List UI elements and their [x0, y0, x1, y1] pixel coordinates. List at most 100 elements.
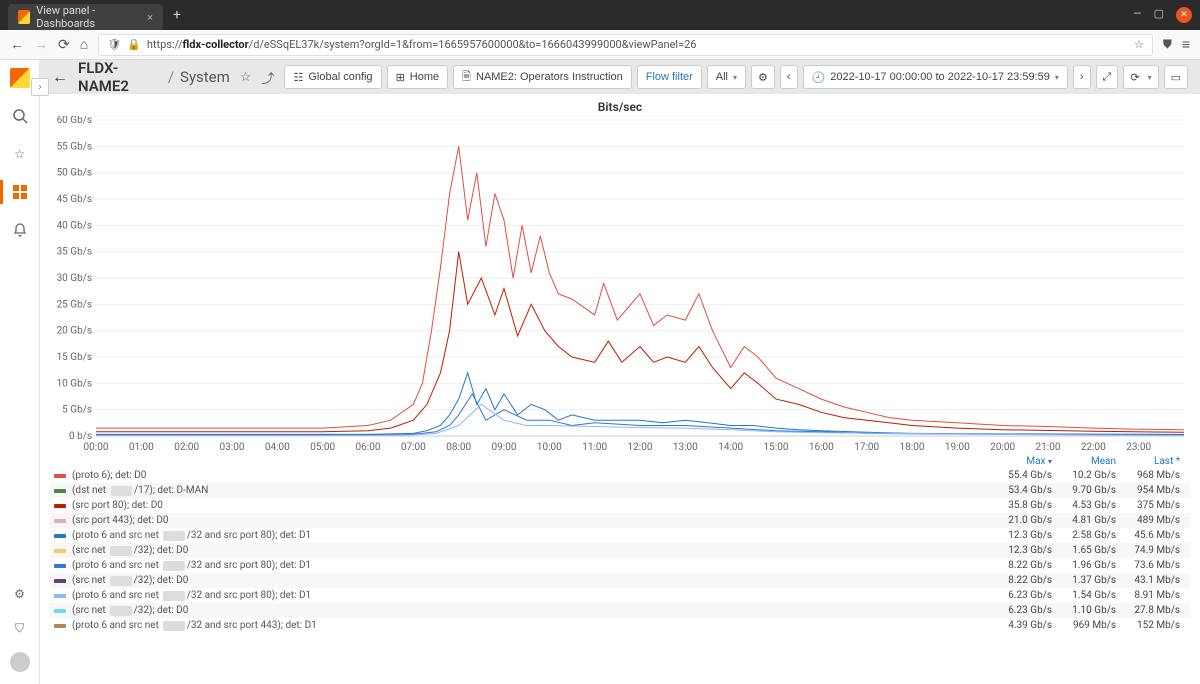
- nav-reload-icon[interactable]: ⟳: [58, 37, 70, 53]
- time-prev-button[interactable]: ‹: [780, 65, 798, 89]
- legend-max: 8.22 Gb/s: [988, 560, 1052, 571]
- nav-back-icon[interactable]: ←: [10, 36, 24, 53]
- legend-label: (src net xxx/32); det: D0: [72, 575, 988, 586]
- settings-button[interactable]: ⚙: [751, 65, 775, 89]
- legend-last: 954 Mb/s: [1116, 485, 1180, 496]
- share-icon[interactable]: ⤴: [261, 68, 274, 87]
- time-next-button[interactable]: ›: [1073, 65, 1091, 89]
- flow-filter-button[interactable]: Flow filter: [637, 65, 702, 89]
- legend-swatch: [54, 594, 66, 598]
- dashboard-sub[interactable]: System: [180, 68, 230, 86]
- shield-icon: 🛡: [107, 38, 121, 51]
- svg-text:18:00: 18:00: [900, 442, 925, 453]
- legend-swatch: [54, 549, 66, 553]
- legend-row[interactable]: (src net xxx/32); det: D08.22 Gb/s1.37 G…: [50, 573, 1190, 588]
- fav-star-icon[interactable]: ☆: [240, 70, 252, 85]
- panel-back-icon[interactable]: ←: [52, 67, 68, 87]
- doc-icon: 🗎: [462, 68, 471, 87]
- svg-text:16:00: 16:00: [809, 442, 834, 453]
- legend-row[interactable]: (dst net xxx/17); det: D-MAN53.4 Gb/s9.7…: [50, 483, 1190, 498]
- grafana-sidebar: ☆ › ⚙ ⛉: [0, 60, 40, 684]
- legend-label: (src port 80); det: D0: [72, 500, 988, 511]
- minimize-icon[interactable]: —: [1133, 7, 1142, 23]
- bookmark-star-icon[interactable]: ☆: [1134, 38, 1144, 51]
- legend-label: (proto 6 and src net xxx/32 and src port…: [72, 590, 988, 601]
- grafana-favicon: [18, 10, 30, 24]
- legend-row[interactable]: (proto 6); det: D055.4 Gb/s10.2 Gb/s968 …: [50, 468, 1190, 483]
- legend-max: 12.3 Gb/s: [988, 545, 1052, 556]
- legend-label: (proto 6 and src net xxx/32 and src port…: [72, 530, 988, 541]
- legend-max: 53.4 Gb/s: [988, 485, 1052, 496]
- gear-icon[interactable]: ⚙: [10, 584, 30, 604]
- legend-swatch: [54, 624, 66, 628]
- svg-text:15 Gb/s: 15 Gb/s: [57, 352, 92, 363]
- legend-max: 6.23 Gb/s: [988, 605, 1052, 616]
- maximize-icon[interactable]: ▢: [1154, 7, 1164, 23]
- search-icon[interactable]: [10, 106, 30, 126]
- user-avatar-icon[interactable]: [10, 652, 30, 672]
- menu-icon[interactable]: ≡: [1182, 36, 1190, 53]
- legend-max: 21.0 Gb/s: [988, 515, 1052, 526]
- legend-col-last[interactable]: Last *: [1116, 456, 1180, 467]
- legend-row[interactable]: (src port 80); det: D035.8 Gb/s4.53 Gb/s…: [50, 498, 1190, 513]
- tab-title: View panel - Dashboards: [36, 4, 141, 30]
- svg-text:04:00: 04:00: [265, 442, 290, 453]
- all-dropdown[interactable]: All▾: [707, 65, 746, 89]
- svg-text:06:00: 06:00: [356, 442, 381, 453]
- svg-text:01:00: 01:00: [129, 442, 154, 453]
- zoom-out-button[interactable]: ⤢: [1096, 65, 1119, 89]
- legend-swatch: [54, 609, 66, 613]
- legend-row[interactable]: (src net xxx/32); det: D06.23 Gb/s1.10 G…: [50, 603, 1190, 618]
- svg-text:08:00: 08:00: [446, 442, 471, 453]
- home-button[interactable]: ⊞Home: [387, 65, 449, 89]
- svg-text:25 Gb/s: 25 Gb/s: [57, 299, 92, 310]
- grafana-logo-icon[interactable]: [10, 68, 30, 88]
- legend-mean: 1.10 Gb/s: [1052, 605, 1116, 616]
- legend-max: 35.8 Gb/s: [988, 500, 1052, 511]
- admin-shield-icon[interactable]: ⛉: [10, 618, 30, 638]
- instruction-button[interactable]: 🗎NAME2: Operators Instruction: [453, 65, 632, 89]
- tv-mode-button[interactable]: ▭: [1164, 65, 1188, 89]
- legend-col-mean[interactable]: Mean: [1052, 456, 1116, 467]
- legend-row[interactable]: (src net xxx/32); det: D012.3 Gb/s1.65 G…: [50, 543, 1190, 558]
- alert-bell-icon[interactable]: [10, 220, 30, 240]
- star-icon[interactable]: ☆: [10, 144, 30, 164]
- legend-mean: 1.37 Gb/s: [1052, 575, 1116, 586]
- svg-text:13:00: 13:00: [673, 442, 698, 453]
- legend-row[interactable]: (proto 6 and src net xxx/32 and src port…: [50, 588, 1190, 603]
- sidebar-expand-icon[interactable]: ›: [31, 78, 49, 96]
- window-close-icon[interactable]: ✕: [1176, 7, 1192, 23]
- global-config-button[interactable]: ☷Global config: [284, 65, 381, 89]
- legend-max: 8.22 Gb/s: [988, 575, 1052, 586]
- nav-home-icon[interactable]: ⌂: [80, 36, 88, 53]
- legend-row[interactable]: (proto 6 and src net xxx/32 and src port…: [50, 558, 1190, 573]
- browser-tab[interactable]: View panel - Dashboards ×: [8, 4, 163, 30]
- time-range-button[interactable]: 🕘2022-10-17 00:00:00 to 2022-10-17 23:59…: [803, 65, 1068, 89]
- svg-text:10 Gb/s: 10 Gb/s: [57, 378, 92, 389]
- dashboard-title[interactable]: FLDX-NAME2: [78, 60, 162, 95]
- svg-text:02:00: 02:00: [174, 442, 199, 453]
- legend-max: 4.39 Gb/s: [988, 620, 1052, 631]
- tab-close-icon[interactable]: ×: [147, 11, 153, 24]
- dashboards-icon[interactable]: [10, 182, 30, 202]
- refresh-button[interactable]: ⟳▾: [1123, 65, 1158, 89]
- legend-last: 8.91 Mb/s: [1116, 590, 1180, 601]
- new-tab-button[interactable]: +: [173, 7, 181, 23]
- breadcrumb-sep: /: [168, 68, 174, 86]
- legend-row[interactable]: (proto 6 and src net xxx/32 and src port…: [50, 618, 1190, 633]
- legend-last: 74.9 Mb/s: [1116, 545, 1180, 556]
- svg-text:00:00: 00:00: [84, 442, 109, 453]
- legend-row[interactable]: (src port 443); det: D021.0 Gb/s4.81 Gb/…: [50, 513, 1190, 528]
- timeseries-chart[interactable]: 0 b/s5 Gb/s10 Gb/s15 Gb/s20 Gb/s25 Gb/s3…: [50, 116, 1190, 454]
- svg-text:07:00: 07:00: [401, 442, 426, 453]
- legend-swatch: [54, 474, 66, 478]
- legend-header: Max ▾ Mean Last *: [50, 454, 1190, 468]
- legend-row[interactable]: (proto 6 and src net xxx/32 and src port…: [50, 528, 1190, 543]
- nav-forward-icon[interactable]: →: [34, 36, 48, 53]
- pocket-icon[interactable]: ⛊: [1163, 37, 1172, 52]
- legend-col-max[interactable]: Max ▾: [988, 456, 1052, 467]
- dashboard-topbar: ← FLDX-NAME2 / System ☆ ⤴ ☷Global config…: [40, 60, 1200, 94]
- home-icon: ⊞: [396, 71, 405, 84]
- legend-mean: 1.65 Gb/s: [1052, 545, 1116, 556]
- url-bar[interactable]: 🛡 🔒 https://fldx-collector/d/eSSqEL37k/s…: [98, 34, 1153, 56]
